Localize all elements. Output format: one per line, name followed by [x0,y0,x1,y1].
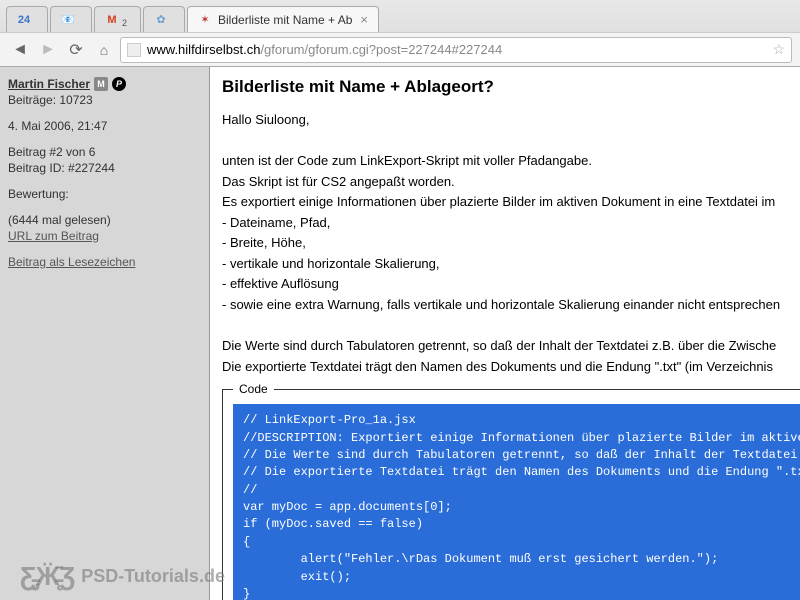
body-line: Die exportierte Textdatei trägt den Name… [222,358,788,376]
favicon-icon: 24 [17,13,31,27]
badge-m-icon: M [94,77,108,91]
body-line: - Dateiname, Pfad, [222,214,788,232]
url-host: www.hilfdirselbst.ch [147,42,260,57]
url-bar[interactable]: www.hilfdirselbst.ch/gforum/gforum.cgi?p… [120,37,792,63]
post-id: Beitrag ID: #227244 [8,161,201,175]
bookmark-link[interactable]: Beitrag als Lesezeichen [8,255,135,269]
favicon-icon: ✶ [198,13,212,27]
body-line: Hallo Siuloong, [222,111,788,129]
code-content[interactable]: // LinkExport-Pro_1a.jsx //DESCRIPTION: … [233,404,800,600]
post-title: Bilderliste mit Name + Ablageort? [222,77,788,97]
browser-tab-active[interactable]: ✶ Bilderliste mit Name + Ab × [187,6,379,32]
forward-button[interactable]: ► [36,38,60,62]
browser-tab-0[interactable]: 24 [6,6,48,32]
post-main: Bilderliste mit Name + Ablageort? Hallo … [210,67,800,600]
body-line: Es exportiert einige Informationen über … [222,193,788,211]
code-box: Code // LinkExport-Pro_1a.jsx //DESCRIPT… [222,389,800,600]
post-count: Beiträge: 10723 [8,93,201,107]
browser-tab-3[interactable]: ✿ [143,6,185,32]
browser-tab-2[interactable]: M2 [94,6,141,32]
bookmark-star-icon[interactable]: ☆ [772,41,785,58]
body-line: Die Werte sind durch Tabulatoren getrenn… [222,337,788,355]
tab-badge: 2 [122,18,127,28]
browser-tab-1[interactable]: 📧 [50,6,92,32]
url-path: /gforum/gforum.cgi?post=227244#227244 [260,42,502,57]
browser-toolbar: ◄ ► ⟳ ⌂ www.hilfdirselbst.ch/gforum/gfor… [0,32,800,66]
tab-title: Bilderliste mit Name + Ab [218,13,352,27]
body-line: - effektive Auflösung [222,275,788,293]
favicon-icon: ✿ [154,13,168,27]
code-legend: Code [233,382,274,396]
page-content: Martin Fischer M P Beiträge: 10723 4. Ma… [0,67,800,600]
close-icon[interactable]: × [360,12,368,27]
page-icon [127,43,141,57]
body-line: - Breite, Höhe, [222,234,788,252]
reload-button[interactable]: ⟳ [64,38,88,62]
post-date: 4. Mai 2006, 21:47 [8,119,201,133]
home-button[interactable]: ⌂ [92,38,116,62]
body-line [222,316,788,334]
browser-chrome: 24 📧 M2 ✿ ✶ Bilderliste mit Name + Ab × … [0,0,800,67]
favicon-icon: 📧 [61,13,75,27]
read-count: (6444 mal gelesen) [8,213,201,227]
body-line: - vertikale und horizontale Skalierung, [222,255,788,273]
post-sidebar: Martin Fischer M P Beiträge: 10723 4. Ma… [0,67,210,600]
body-line: Das Skript ist für CS2 angepaßt worden. [222,173,788,191]
post-body: Hallo Siuloong, unten ist der Code zum L… [222,111,788,375]
body-line: unten ist der Code zum LinkExport-Skript… [222,152,788,170]
back-button[interactable]: ◄ [8,38,32,62]
tab-strip: 24 📧 M2 ✿ ✶ Bilderliste mit Name + Ab × [0,0,800,32]
body-line: - sowie eine extra Warnung, falls vertik… [222,296,788,314]
post-number: Beitrag #2 von 6 [8,145,201,159]
author-link[interactable]: Martin Fischer [8,77,90,91]
permalink[interactable]: URL zum Beitrag [8,229,99,243]
badge-p-icon: P [112,77,126,91]
rating-label: Bewertung: [8,187,201,201]
body-line [222,132,788,150]
gmail-icon: M [105,13,119,27]
